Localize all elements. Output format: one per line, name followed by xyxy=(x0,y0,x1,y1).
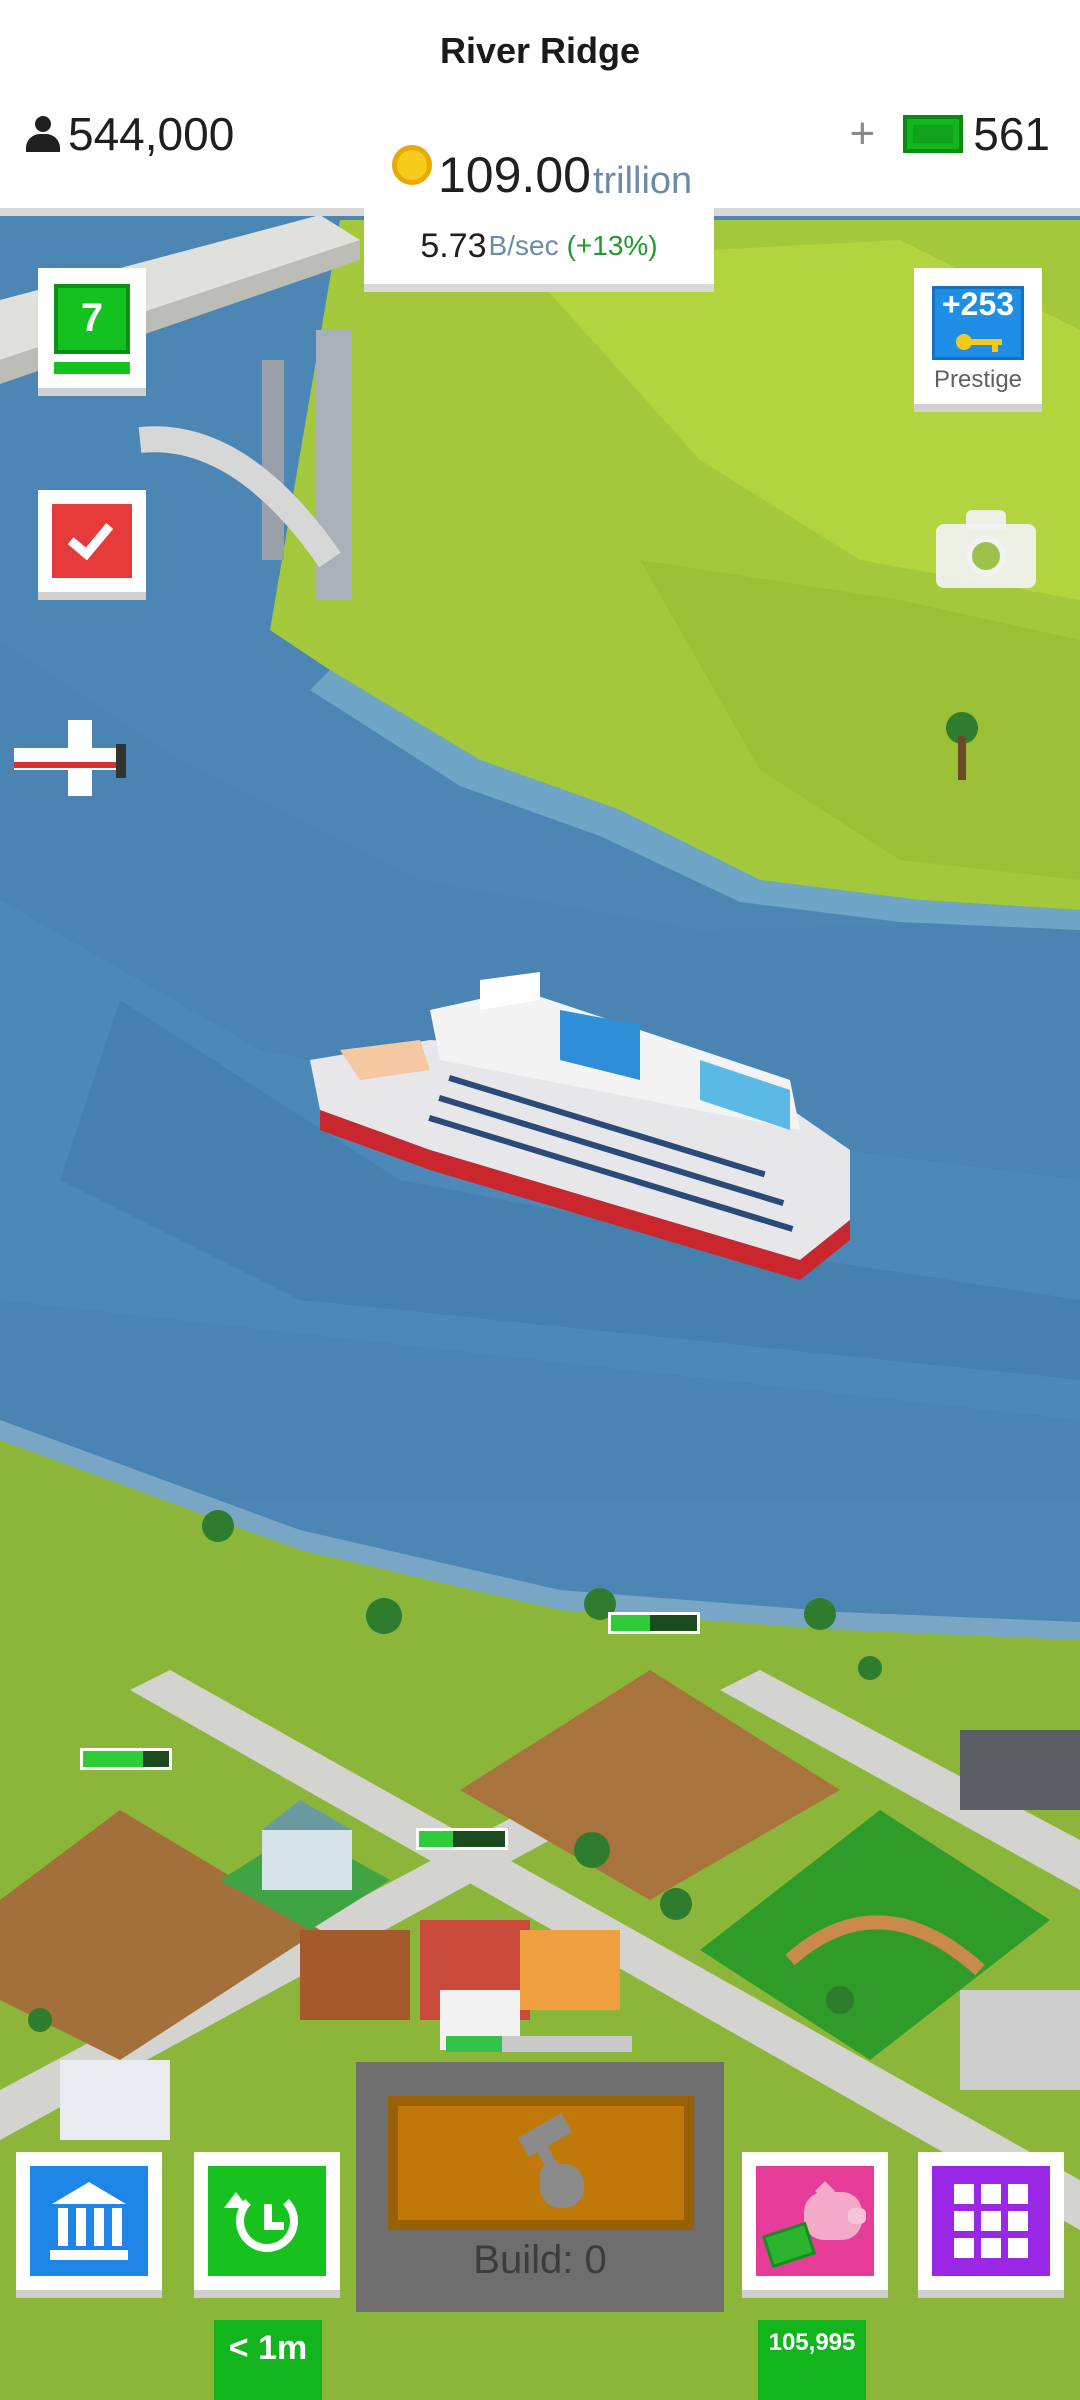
cash-display[interactable]: + 561 xyxy=(850,104,1050,164)
prestige-button[interactable]: +253 Prestige xyxy=(914,268,1042,412)
build-progress-fill xyxy=(446,2036,502,2052)
build-progress-bar xyxy=(446,2036,632,2052)
building-progress-center-fill xyxy=(419,1831,454,1847)
add-cash-button[interactable]: + xyxy=(850,109,876,159)
building-progress-north-fill xyxy=(611,1615,650,1631)
piggy-bank-value: 105,995 xyxy=(758,2320,866,2400)
building-progress-west-fill xyxy=(83,1751,144,1767)
hammer-icon xyxy=(510,2112,594,2214)
top-bar: River Ridge 544,000 109.00 trillion + 56… xyxy=(0,0,1080,216)
bank-button[interactable] xyxy=(16,2152,162,2298)
city-name[interactable]: River Ridge xyxy=(0,30,1080,72)
camera-icon xyxy=(966,536,1006,576)
key-icon xyxy=(956,334,1002,352)
cash-value: 561 xyxy=(973,108,1050,160)
income-value: 5.73 xyxy=(420,226,487,265)
coin-icon xyxy=(392,145,432,185)
prestige-amount: +253 xyxy=(941,286,1015,322)
income-unit: B/sec xyxy=(488,230,559,261)
level-button[interactable]: 7 xyxy=(38,268,146,396)
coins-display: 109.00 trillion xyxy=(392,130,692,200)
prestige-label: Prestige xyxy=(933,366,1023,393)
tasks-button[interactable] xyxy=(38,490,146,600)
checkmark-icon xyxy=(67,512,114,561)
building-progress-north xyxy=(608,1612,700,1634)
coins-value: 109.00 xyxy=(438,147,591,203)
bank-icon xyxy=(30,2166,148,2276)
piggy-bank-icon xyxy=(756,2166,874,2276)
building-progress-center xyxy=(416,1828,508,1850)
level-value: 7 xyxy=(54,284,130,354)
camera-button[interactable] xyxy=(936,510,1036,588)
grid-icon xyxy=(932,2166,1050,2276)
build-panel[interactable]: Build: 0 xyxy=(356,2062,724,2312)
level-progress-bar xyxy=(54,362,130,374)
clock-refresh-icon xyxy=(208,2166,326,2276)
boost-button[interactable] xyxy=(194,2152,340,2298)
coins-unit: trillion xyxy=(592,160,693,202)
build-slot[interactable] xyxy=(388,2096,694,2230)
population-value: 544,000 xyxy=(68,108,235,160)
cash-bill-icon xyxy=(903,115,964,153)
person-icon xyxy=(26,116,60,152)
menu-button[interactable] xyxy=(918,2152,1064,2298)
boost-timer: < 1m xyxy=(214,2320,322,2400)
income-bonus: (+13%) xyxy=(566,230,658,261)
build-label: Build: 0 xyxy=(473,2238,607,2282)
piggy-bank-button[interactable] xyxy=(742,2152,888,2298)
income-rate[interactable]: 5.73 B/sec (+13%) xyxy=(364,208,714,292)
building-progress-west xyxy=(80,1748,172,1770)
population-display[interactable]: 544,000 xyxy=(26,104,234,164)
